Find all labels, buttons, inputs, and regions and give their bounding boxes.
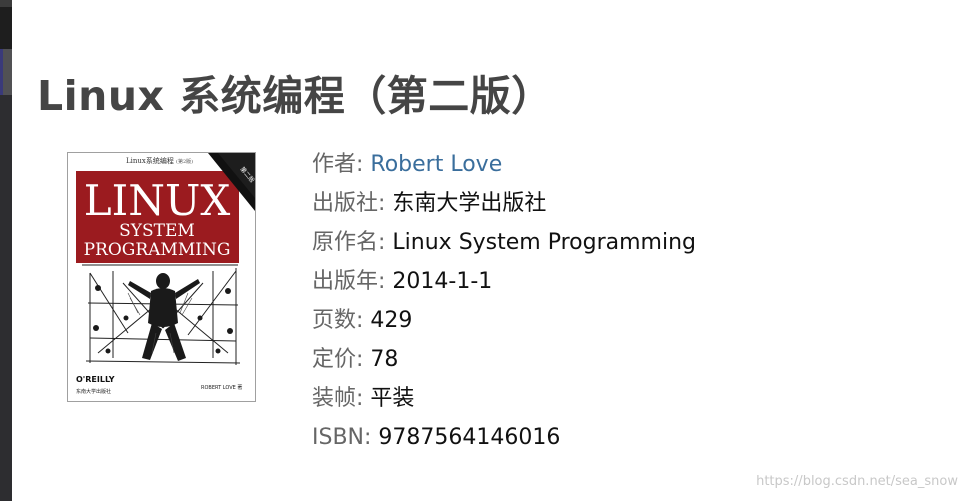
info-separator: : (356, 152, 371, 177)
info-label-author: 作者 (312, 152, 357, 177)
info-label-year: 出版年 (312, 269, 379, 294)
info-row-author: 作者: Robert Love (312, 145, 696, 184)
info-separator: : (364, 425, 379, 450)
info-row-pages: 页数: 429 (312, 301, 696, 340)
author-link[interactable]: Robert Love (370, 152, 502, 177)
info-row-price: 定价: 78 (312, 340, 696, 379)
info-label-binding: 装帧 (312, 386, 357, 411)
info-separator: : (378, 191, 393, 216)
cover-publisher-logo: O'REILLY (76, 375, 115, 384)
info-separator: : (378, 269, 393, 294)
info-separator: : (356, 308, 371, 333)
cover-small-title: Linux系统编程 (126, 156, 174, 165)
cover-publisher-cn: 东南大学出版社 (76, 388, 111, 395)
info-value-binding: 平装 (370, 386, 415, 411)
info-value-year: 2014-1-1 (392, 269, 493, 294)
cover-title-linux: LINUX (84, 176, 231, 225)
info-row-publisher: 出版社: 东南大学出版社 (312, 184, 696, 223)
editor-side-strip (0, 0, 12, 501)
info-row-isbn: ISBN: 9787564146016 (312, 418, 696, 457)
cover-small-edition: (第2版) (176, 158, 193, 165)
cover-title-system: SYSTEM (119, 221, 195, 241)
info-value-publisher: 东南大学出版社 (392, 191, 547, 216)
info-value-isbn: 9787564146016 (378, 425, 561, 450)
book-info-list: 作者: Robert Love 出版社: 东南大学出版社 原作名: Linux … (312, 145, 696, 457)
info-separator: : (356, 386, 371, 411)
info-row-binding: 装帧: 平装 (312, 379, 696, 418)
info-separator: : (356, 347, 371, 372)
cover-author: ROBERT LOVE 著 (201, 384, 242, 391)
info-label-original-title: 原作名 (312, 230, 379, 255)
book-cover-image[interactable]: Linux系统编程 (第2版) LINUX SYSTEM PROGRAMMING… (67, 152, 256, 402)
page-title: Linux 系统编程（第二版） (37, 72, 553, 120)
info-value-pages: 429 (370, 308, 413, 333)
info-value-price: 78 (370, 347, 399, 372)
watermark-url: https://blog.csdn.net/sea_snow (756, 474, 958, 489)
info-row-year: 出版年: 2014-1-1 (312, 262, 696, 301)
info-value-original-title: Linux System Programming (392, 230, 696, 255)
info-label-pages: 页数 (312, 308, 357, 333)
info-separator: : (378, 230, 393, 255)
info-label-price: 定价 (312, 347, 357, 372)
info-row-original-title: 原作名: Linux System Programming (312, 223, 696, 262)
cover-title-programming: PROGRAMMING (84, 240, 231, 260)
info-label-publisher: 出版社 (312, 191, 379, 216)
book-cover-art: Linux系统编程 (第2版) LINUX SYSTEM PROGRAMMING… (68, 153, 255, 401)
info-label-isbn: ISBN (312, 425, 365, 450)
